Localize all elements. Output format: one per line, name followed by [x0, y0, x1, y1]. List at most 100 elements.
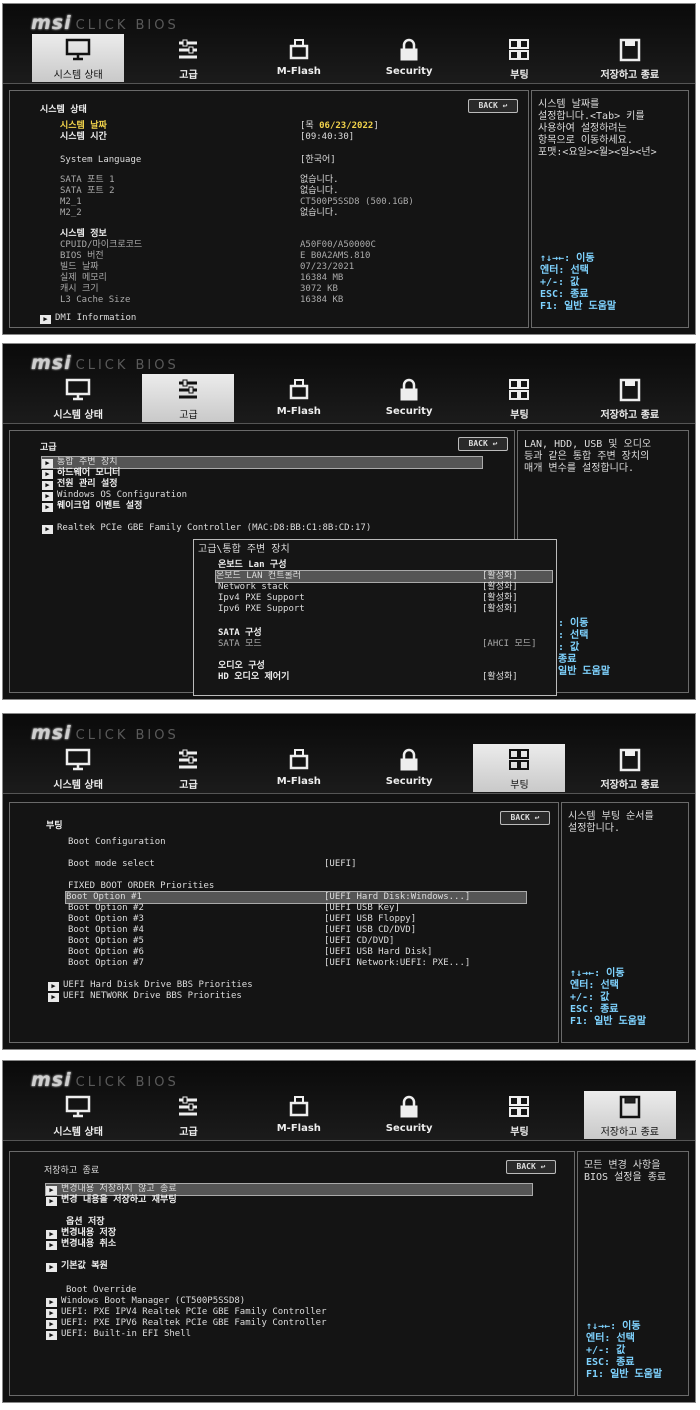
tab-save-exit[interactable]: 저장하고 종료 — [583, 1091, 676, 1139]
popup-section-audio: 오디오 구성 — [218, 661, 265, 671]
option-value[interactable]: [활성화] — [482, 593, 518, 604]
key-hint: ESC: 종료 — [586, 1357, 635, 1368]
popup-title: 고급\통합 주변 장치 — [198, 544, 290, 555]
tab-boot[interactable]: 부팅 — [473, 374, 565, 422]
back-button[interactable]: BACK ↩ — [506, 1160, 556, 1174]
restore-defaults-item[interactable]: ▶ 기본값 복원 — [46, 1261, 108, 1272]
discard-changes-item[interactable]: ▶ 변경내용 취소 — [46, 1239, 116, 1250]
save-changes-item[interactable]: ▶ 변경내용 저장 — [46, 1228, 116, 1239]
tab-system-status[interactable]: 시스템 상태 — [32, 744, 124, 792]
boot-icon — [509, 39, 530, 60]
back-button[interactable]: BACK ↩ — [468, 99, 518, 113]
tab-boot[interactable]: 부팅 — [473, 1091, 565, 1139]
help-text: 모든 변경 사항을 — [584, 1160, 661, 1171]
boot-option-value[interactable]: [UEFI USB Key] — [324, 903, 400, 914]
tab-advanced[interactable]: 고급 — [142, 34, 234, 82]
storage-label: SATA 포트 2 — [60, 186, 115, 196]
help-text: 포맷:<요일><월><일><년> — [538, 147, 657, 158]
system-time-value[interactable]: [09:40:30] — [300, 132, 354, 143]
tab-advanced[interactable]: 고급 — [142, 744, 234, 792]
boot-override-item[interactable]: ▶ Windows Boot Manager (CT500P5SSD8) — [46, 1296, 245, 1307]
boot-mode-select-value[interactable]: [UEFI] — [324, 859, 357, 870]
settings-sliders-icon — [179, 749, 198, 769]
boot-option-value[interactable]: [UEFI USB Hard Disk] — [324, 947, 432, 958]
hdd-bbs-priorities-link[interactable]: ▶ UEFI Hard Disk Drive BBS Priorities — [48, 980, 253, 991]
tab-security[interactable]: Security — [363, 744, 455, 792]
system-date-value[interactable]: [목 06/23/2022] — [300, 121, 379, 132]
tab-security[interactable]: Security — [363, 374, 455, 422]
boot-option-value[interactable]: [UEFI CD/DVD] — [324, 936, 394, 947]
option-value[interactable]: [활성화] — [482, 582, 518, 593]
boot-option-value[interactable]: [UEFI USB CD/DVD] — [324, 925, 416, 936]
discard-and-exit-item[interactable]: ▶ 변경내용 저장하지 않고 종료 — [45, 1183, 533, 1196]
key-hint: : 선택 — [558, 630, 589, 641]
help-text: 설정합니다. — [568, 823, 621, 834]
boot-option-row[interactable]: Boot Option #4 — [68, 925, 144, 936]
boot-mode-select-label[interactable]: Boot mode select — [68, 859, 155, 870]
tab-save-exit[interactable]: 저장하고 종료 — [584, 34, 676, 82]
system-language-label[interactable]: System Language — [60, 155, 141, 166]
help-text: 시스템 날짜를 — [538, 99, 600, 110]
menu-item-power-management[interactable]: ▶ 전원 관리 설정 — [42, 479, 118, 490]
boot-option-row[interactable]: Boot Option #3 — [68, 914, 144, 925]
menu-item-integrated-peripherals[interactable]: ▶ 통합 주변 장치 — [41, 456, 483, 469]
menu-item-realtek-lan[interactable]: ▶ Realtek PCIe GBE Family Controller (MAC… — [42, 523, 371, 534]
option-value[interactable]: [활성화] — [482, 604, 518, 615]
option-value[interactable]: [활성화] — [482, 672, 518, 683]
menu-item-windows-os-config[interactable]: ▶ Windows OS Configuration — [42, 490, 187, 501]
help-panel: 시스템 날짜를 설정합니다.<Tab> 키를 사용하여 설정하려는 항목으로 이… — [531, 90, 689, 328]
menu-item-hardware-monitor[interactable]: ▶ 하드웨어 모니터 — [42, 468, 120, 479]
ipv6-pxe-option[interactable]: Ipv6 PXE Support — [218, 604, 305, 615]
key-hint: ↑↓→←: 이동 — [586, 1321, 641, 1332]
ipv4-pxe-option[interactable]: Ipv4 PXE Support — [218, 593, 305, 604]
dmi-information-link[interactable]: ▶ DMI Information — [40, 313, 136, 324]
save-and-reboot-item[interactable]: ▶ 변경 내용을 저장하고 재부팅 — [46, 1195, 177, 1206]
key-hint: : 값 — [558, 642, 580, 653]
boot-override-item[interactable]: ▶ UEFI: PXE IPV6 Realtek PCIe GBE Family … — [46, 1318, 327, 1329]
tab-m-flash[interactable]: M-Flash — [253, 34, 345, 82]
boot-option-row[interactable]: Boot Option #6 — [68, 947, 144, 958]
tab-m-flash[interactable]: M-Flash — [253, 374, 345, 422]
boot-option-row[interactable]: Boot Option #5 — [68, 936, 144, 947]
system-language-value[interactable]: [한국어] — [300, 155, 336, 166]
help-text: BIOS 설정을 종료 — [584, 1172, 667, 1183]
usb-drive-icon — [289, 1096, 309, 1117]
tab-advanced[interactable]: 고급 — [142, 374, 235, 422]
tab-security[interactable]: Security — [363, 34, 455, 82]
hd-audio-option[interactable]: HD 오디오 제어기 — [218, 672, 289, 683]
floppy-disk-icon — [619, 38, 641, 62]
system-time-label[interactable]: 시스템 시간 — [60, 132, 107, 143]
submenu-arrow-icon: ▶ — [48, 993, 59, 1002]
tab-m-flash[interactable]: M-Flash — [253, 1091, 345, 1139]
tab-boot[interactable]: 부팅 — [473, 744, 566, 792]
tab-save-exit[interactable]: 저장하고 종료 — [584, 374, 676, 422]
tab-bar: 시스템 상태 고급 M-Flash Security 부팅 저장하고 종료 — [23, 34, 685, 84]
tab-system-status[interactable]: 시스템 상태 — [32, 1091, 124, 1139]
back-button[interactable]: BACK ↩ — [458, 437, 508, 451]
submenu-arrow-icon: ▶ — [40, 315, 51, 324]
boot-icon — [509, 749, 530, 770]
network-bbs-priorities-link[interactable]: ▶ UEFI NETWORK Drive BBS Priorities — [48, 991, 242, 1002]
system-date-label[interactable]: 시스템 날짜 — [60, 121, 107, 132]
boot-override-item[interactable]: ▶ UEFI: PXE IPV4 Realtek PCIe GBE Family … — [46, 1307, 327, 1318]
tab-system-status[interactable]: 시스템 상태 — [32, 374, 124, 422]
menu-item-wakeup-events[interactable]: ▶ 웨이크업 이벤트 설정 — [42, 501, 142, 512]
tab-save-exit[interactable]: 저장하고 종료 — [584, 744, 676, 792]
submenu-arrow-icon: ▶ — [42, 459, 53, 468]
network-stack-option[interactable]: Network stack — [218, 582, 288, 593]
back-button[interactable]: BACK ↩ — [500, 811, 550, 825]
key-hint: F1: 일반 도움말 — [570, 1016, 647, 1027]
boot-option-value[interactable]: [UEFI USB Floppy] — [324, 914, 416, 925]
boot-option-row[interactable]: Boot Option #7 — [68, 958, 144, 969]
boot-override-item[interactable]: ▶ UEFI: Built-in EFI Shell — [46, 1329, 191, 1340]
submenu-arrow-icon: ▶ — [46, 1197, 57, 1206]
tab-m-flash[interactable]: M-Flash — [253, 744, 345, 792]
submenu-arrow-icon: ▶ — [48, 982, 59, 991]
info-label: BIOS 버전 — [60, 251, 104, 261]
boot-option-row[interactable]: Boot Option #2 — [68, 903, 144, 914]
tab-advanced[interactable]: 고급 — [142, 1091, 234, 1139]
tab-security[interactable]: Security — [363, 1091, 455, 1139]
boot-option-value[interactable]: [UEFI Network:UEFI: PXE...] — [324, 958, 470, 969]
tab-boot[interactable]: 부팅 — [473, 34, 565, 82]
tab-system-status[interactable]: 시스템 상태 — [32, 34, 125, 82]
